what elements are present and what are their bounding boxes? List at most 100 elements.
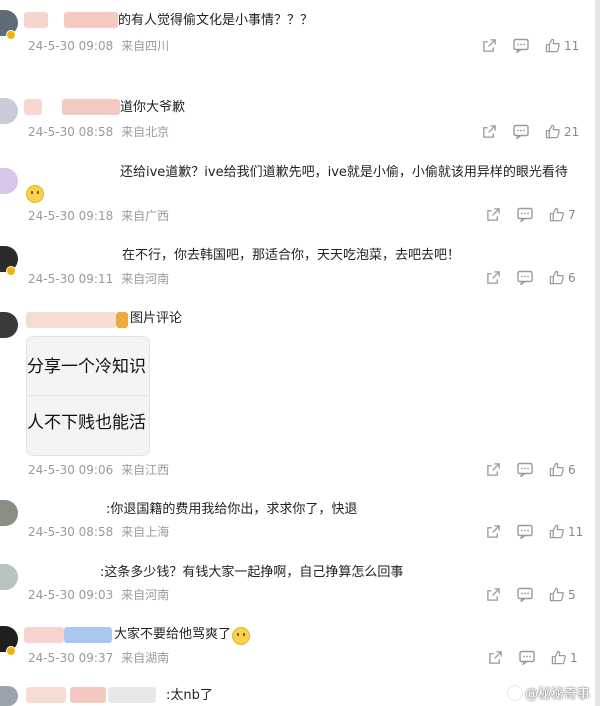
comment-button[interactable] (513, 124, 529, 139)
share-button[interactable] (486, 524, 501, 539)
comment-text: 道你大爷歉 (120, 100, 186, 115)
avatar[interactable] (0, 500, 18, 526)
comment-meta: 24-5-30 09:37 来自湖南 (28, 651, 169, 665)
comment-text: 还给ive道歉？ive给我们道歉先吧，ive就是小偷，小偷就该用异样的眼光看待 (120, 165, 568, 180)
comment-meta: 24-5-30 08:58 来自上海 (28, 525, 169, 539)
share-button[interactable] (488, 650, 503, 665)
comment-text: :太nb了 (166, 688, 213, 703)
comment-meta: 24-5-30 09:18 来自广西 (28, 209, 169, 223)
comment-button[interactable] (517, 524, 533, 539)
comment-image[interactable]: 分享一个冷知识 人不下贱也能活 (26, 336, 150, 456)
emoji-icon (26, 185, 44, 203)
redacted-username (70, 687, 106, 703)
like-count: 21 (564, 124, 580, 139)
like-button[interactable]: 6 (549, 462, 576, 477)
comment-button[interactable] (517, 462, 533, 477)
share-button[interactable] (486, 207, 501, 222)
redacted-username (24, 12, 48, 28)
avatar[interactable] (0, 10, 18, 40)
like-count: 11 (564, 38, 580, 53)
like-button[interactable]: 11 (549, 524, 583, 539)
comment-actions: 11 (482, 38, 579, 53)
comment-item: 道你大爷歉 24-5-30 08:58 来自北京 21 (0, 90, 595, 150)
comment-actions: 5 (486, 587, 576, 602)
comment-actions: 6 (486, 270, 576, 285)
share-icon (489, 651, 502, 664)
comment-date: 24-5-30 09:08 (28, 39, 114, 53)
like-icon (549, 524, 564, 539)
comment-location: 来自江西 (121, 463, 170, 477)
comment-date: 24-5-30 09:06 (28, 463, 114, 477)
comment-icon (517, 207, 533, 222)
avatar[interactable] (0, 312, 18, 338)
right-edge (595, 0, 600, 706)
comment-item: :你退国籍的费用我给你出，求求你了，快退 24-5-30 08:58 来自上海 … (0, 496, 595, 548)
image-divider (27, 395, 149, 396)
like-button[interactable]: 11 (545, 38, 579, 53)
share-button[interactable] (486, 587, 501, 602)
redacted-username (26, 687, 66, 703)
comment-item: 的有人觉得偷文化是小事情？？？ 24-5-30 09:08 来自四川 11 (0, 0, 595, 60)
avatar[interactable] (0, 626, 18, 656)
comment-date: 24-5-30 09:18 (28, 209, 114, 223)
redacted-username (62, 99, 120, 115)
comment-meta: 24-5-30 09:08 来自四川 (28, 39, 169, 53)
comment-date: 24-5-30 09:37 (28, 651, 114, 665)
share-icon (483, 125, 496, 138)
comment-item: :太nb了 (0, 684, 595, 706)
share-icon (487, 525, 500, 538)
watermark-logo-icon (507, 685, 522, 700)
like-button[interactable]: 7 (549, 207, 576, 222)
comment-icon (517, 587, 533, 602)
like-count: 6 (568, 270, 576, 285)
comment-actions: 1 (488, 650, 578, 665)
comment-date: 24-5-30 08:58 (28, 525, 114, 539)
comment-icon (513, 124, 529, 139)
share-button[interactable] (482, 124, 497, 139)
comment-button[interactable] (517, 587, 533, 602)
comment-date: 24-5-30 08:58 (28, 125, 114, 139)
like-count: 6 (568, 462, 576, 477)
redacted-username (116, 312, 128, 328)
comment-location: 来自湖南 (121, 651, 170, 665)
like-count: 11 (568, 524, 584, 539)
avatar[interactable] (0, 246, 18, 276)
like-button[interactable]: 1 (551, 650, 578, 665)
comment-button[interactable] (517, 270, 533, 285)
comment-icon (517, 270, 533, 285)
share-button[interactable] (486, 462, 501, 477)
comment-text: 的有人觉得偷文化是小事情？？？ (118, 13, 314, 28)
like-button[interactable]: 21 (545, 124, 579, 139)
redacted-username (24, 627, 64, 643)
comment-button[interactable] (517, 207, 533, 222)
avatar[interactable] (0, 686, 18, 706)
like-icon (549, 270, 564, 285)
comment-button[interactable] (513, 38, 529, 53)
image-text-line: 人不下贱也能活 (27, 413, 146, 433)
comment-button[interactable] (519, 650, 535, 665)
comment-meta: 24-5-30 08:58 来自北京 (28, 125, 169, 139)
comment-date: 24-5-30 09:03 (28, 588, 114, 602)
redacted-username (64, 627, 112, 643)
comment-item: 还给ive道歉？ive给我们道歉先吧，ive就是小偷，小偷就该用异样的眼光看待 … (0, 160, 595, 230)
comment-text: 图片评论 (130, 311, 183, 326)
comment-date: 24-5-30 09:11 (28, 272, 114, 286)
like-button[interactable]: 6 (549, 270, 576, 285)
comment-item: :这条多少钱？有钱大家一起挣啊，自己挣算怎么回事 24-5-30 09:03 来… (0, 560, 595, 612)
comment-icon (519, 650, 535, 665)
share-icon (487, 463, 500, 476)
avatar[interactable] (0, 98, 18, 124)
avatar[interactable] (0, 168, 18, 194)
comment-icon (513, 38, 529, 53)
like-button[interactable]: 5 (549, 587, 576, 602)
share-button[interactable] (482, 38, 497, 53)
comment-actions: 11 (486, 524, 583, 539)
comment-icon (517, 524, 533, 539)
comment-location: 来自河南 (121, 588, 170, 602)
share-button[interactable] (486, 270, 501, 285)
like-icon (545, 38, 560, 53)
avatar[interactable] (0, 564, 18, 590)
comment-location: 来自北京 (121, 125, 170, 139)
redacted-username (24, 99, 42, 115)
comment-meta: 24-5-30 09:11 来自河南 (28, 272, 169, 286)
